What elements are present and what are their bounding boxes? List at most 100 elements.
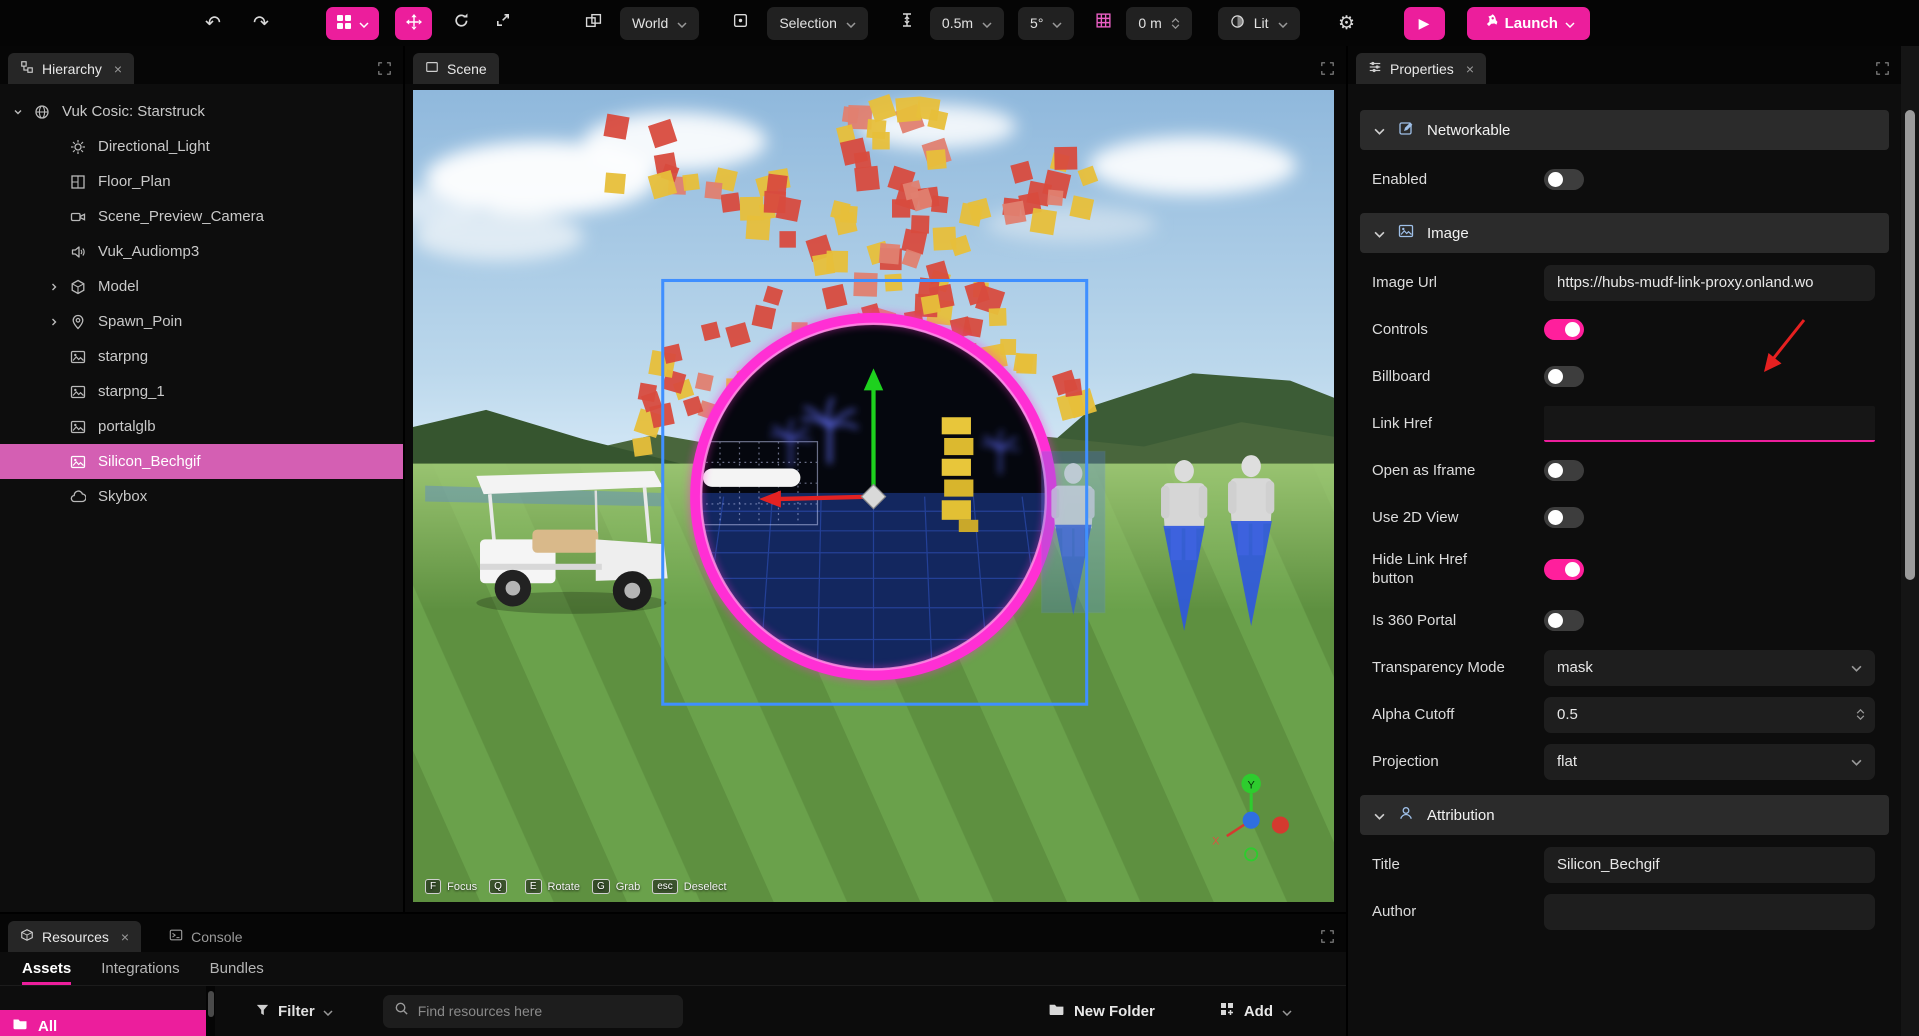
hierarchy-item-floor-plan[interactable]: Floor_Plan [0,164,403,199]
tab-label: Properties [1390,61,1454,77]
scrollbar-thumb[interactable] [1905,110,1915,580]
resources-tab-bar: Resources × Console [0,914,1346,952]
hierarchy-item-starpng-1[interactable]: starpng_1 [0,374,403,409]
gear-icon: ⚙ [1338,14,1355,33]
section-attribution[interactable]: Attribution [1360,795,1889,835]
folder-item-all[interactable]: All [0,1010,206,1036]
expand-icon[interactable] [378,62,391,75]
close-icon[interactable]: × [121,929,129,945]
section-networkable[interactable]: Networkable [1360,110,1889,150]
tab-resources[interactable]: Resources × [8,921,141,952]
folder-list-scrollbar[interactable] [206,986,215,1036]
tab-scene[interactable]: Scene [413,53,499,84]
snap-rotate-dropdown[interactable]: 5° [1018,7,1074,40]
window-scrollbar[interactable] [1901,46,1919,1036]
snap-translate-button[interactable] [890,6,924,40]
stepper-icons[interactable] [1171,18,1180,29]
scale-tool-button[interactable] [486,6,520,40]
subtab-assets[interactable]: Assets [22,952,71,985]
world-dropdown[interactable]: World [620,7,699,40]
field-label: Title [1372,855,1544,875]
controls-toggle[interactable] [1544,319,1584,340]
hierarchy-item-silicon-bechgif[interactable]: Silicon_Bechgif [0,444,403,479]
resource-search[interactable] [383,995,683,1028]
close-icon[interactable]: × [1466,61,1474,77]
link-href-input[interactable] [1544,406,1875,442]
close-icon[interactable]: × [114,61,122,77]
redo-button[interactable]: ↷ [244,6,278,40]
undo-button[interactable]: ↶ [196,6,230,40]
transform-space-button[interactable] [576,6,610,40]
scene-viewport[interactable]: Y X FFocusQERotateGGrabescDeselect [413,90,1334,902]
section-image[interactable]: Image [1360,213,1889,253]
gizmo-x-arrow[interactable] [776,497,873,499]
settings-button[interactable]: ⚙ [1330,6,1364,40]
world-icon [34,104,50,120]
translate-tool-button[interactable] [395,7,432,40]
transparency-mode-select[interactable]: mask [1544,650,1875,686]
hierarchy-item-spawn-poin[interactable]: Spawn_Poin [0,304,403,339]
search-input[interactable] [418,1003,672,1019]
expand-icon[interactable] [1321,930,1334,943]
field-label: Author [1372,902,1544,922]
axis-x-ball[interactable] [1272,817,1289,834]
scene-canvas[interactable]: Y X [413,90,1334,902]
hierarchy-item-portalglb[interactable]: portalglb [0,409,403,444]
caret-down-icon[interactable] [10,107,26,117]
chevron-down-icon [677,15,687,31]
add-button[interactable]: Add [1219,1001,1292,1021]
move-icon [406,14,422,33]
subtab-integrations[interactable]: Integrations [101,952,179,985]
transform-pivot-button[interactable] [723,6,757,40]
editor-window: ↶ ↷ World Selection 0.5m 5° [0,0,1919,1036]
billboard-toggle[interactable] [1544,366,1584,387]
field-label: Alpha Cutoff [1372,705,1544,725]
new-folder-button[interactable]: New Folder [1048,1001,1155,1022]
hierarchy-item-model[interactable]: Model [0,269,403,304]
tab-console[interactable]: Console [157,921,254,952]
folder-all-label: All [38,1018,57,1035]
alpha-cutoff-input[interactable]: 0.5 [1544,697,1875,733]
tab-label: Resources [42,929,109,945]
play-button[interactable]: ▶ [1404,7,1445,40]
projection-select[interactable]: flat [1544,744,1875,780]
image-url-input[interactable] [1544,265,1875,301]
field-row-link-href: Link Href [1348,400,1901,447]
title-input[interactable] [1544,847,1875,883]
field-row-is-360: Is 360 Portal [1348,597,1901,644]
caret-right-icon[interactable] [46,282,62,292]
expand-icon[interactable] [1876,62,1889,75]
is-360-portal-toggle[interactable] [1544,610,1584,631]
hide-link-href-toggle[interactable] [1544,559,1584,580]
hierarchy-item-directional-light[interactable]: Directional_Light [0,129,403,164]
launch-button[interactable]: Launch [1467,7,1590,40]
subtab-bundles[interactable]: Bundles [210,952,264,985]
use-2d-view-toggle[interactable] [1544,507,1584,528]
hierarchy-item-vuk-audiomp3[interactable]: Vuk_Audiomp3 [0,234,403,269]
snap-move-dropdown[interactable]: 0.5m [930,7,1004,40]
audio-icon [70,244,86,260]
grid-height-stepper[interactable]: 0 m [1126,7,1191,40]
hierarchy-item-vuk-cosic-starstruck[interactable]: Vuk Cosic: Starstruck [0,94,403,129]
hierarchy-item-starpng[interactable]: starpng [0,339,403,374]
selection-dropdown[interactable]: Selection [767,7,868,40]
hierarchy-item-scene-preview-camera[interactable]: Scene_Preview_Camera [0,199,403,234]
transform-space-icon [585,12,602,35]
tab-properties[interactable]: Properties × [1356,53,1486,84]
author-input[interactable] [1544,894,1875,930]
enabled-toggle[interactable] [1544,169,1584,190]
hierarchy-item-skybox[interactable]: Skybox [0,479,403,514]
open-iframe-toggle[interactable] [1544,460,1584,481]
add-label: Add [1244,1003,1273,1020]
caret-right-icon[interactable] [46,317,62,327]
filter-button[interactable]: Filter [255,1002,333,1021]
add-object-button[interactable] [326,7,379,40]
snap-grid-button[interactable] [1086,6,1120,40]
hierarchy-item-label: Spawn_Poin [98,313,182,330]
stepper-icons[interactable] [1856,709,1865,720]
expand-icon[interactable] [1321,62,1334,75]
axis-z-ball[interactable] [1243,812,1260,829]
rotate-tool-button[interactable] [444,6,478,40]
render-mode-dropdown[interactable]: Lit [1218,7,1300,40]
tab-hierarchy[interactable]: Hierarchy × [8,53,134,84]
